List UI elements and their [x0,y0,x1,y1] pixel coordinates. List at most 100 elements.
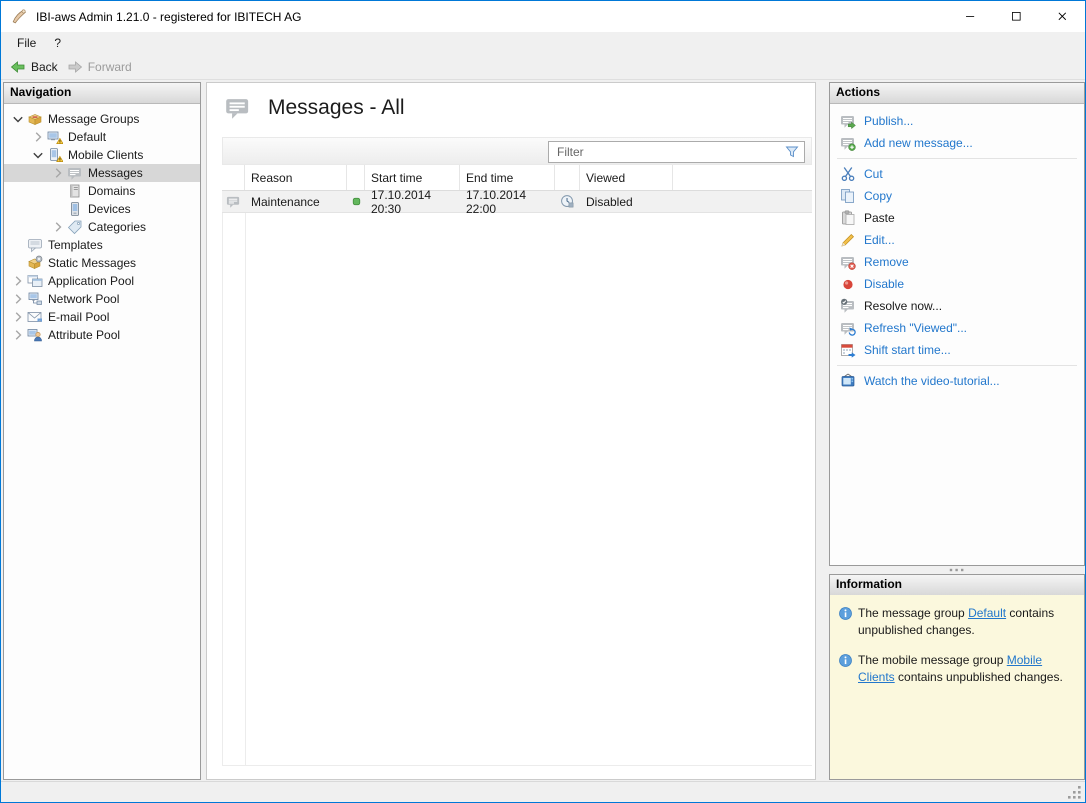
shift-time-icon [840,342,856,358]
action-add-new-message[interactable]: Add new message... [830,132,1084,154]
action-resolve-now: Resolve now... [830,295,1084,317]
chevron-right-icon[interactable] [10,291,26,307]
tree-item-categories[interactable]: Categories [4,218,200,236]
static-messages-icon [27,255,43,271]
chevron-down-icon[interactable] [30,147,46,163]
video-tutorial-icon [840,373,856,389]
back-button[interactable]: Back [10,59,58,75]
tree-item-label: Default [68,130,106,144]
tree-item-default[interactable]: Default [4,128,200,146]
window-title: IBI-aws Admin 1.21.0 - registered for IB… [36,10,301,24]
chevron-right-icon[interactable] [10,273,26,289]
info-link-default[interactable]: Default [968,606,1006,620]
tree-item-e-mail-pool[interactable]: E-mail Pool [4,308,200,326]
info-text-part: The message group [858,606,968,620]
default-group-icon [47,129,63,145]
messages-title-icon [223,94,253,121]
column-viewed-icon[interactable] [555,165,580,190]
column-end-time[interactable]: End time [460,165,555,190]
chevron-spacer [10,237,26,253]
chevron-right-icon[interactable] [50,219,66,235]
mobile-clients-icon [47,147,63,163]
tree-item-label: Domains [88,184,135,198]
action-remove[interactable]: Remove [830,251,1084,273]
actions-panel: Actions Publish...Add new message...CutC… [829,82,1085,566]
filter-input[interactable] [549,145,784,159]
tree-item-domains[interactable]: Domains [4,182,200,200]
minimize-button[interactable] [947,1,993,32]
action-watch-the-video-tutorial[interactable]: Watch the video-tutorial... [830,370,1084,392]
close-button[interactable] [1039,1,1085,32]
column-start-time[interactable]: Start time [365,165,460,190]
maximize-button[interactable] [993,1,1039,32]
information-body: The message group Default contains unpub… [830,595,1084,779]
column-viewed[interactable]: Viewed [580,165,673,190]
column-filler [673,165,812,190]
chevron-right-icon[interactable] [10,309,26,325]
chevron-spacer [10,255,26,271]
tree-item-messages[interactable]: Messages [4,164,200,182]
tree-item-devices[interactable]: Devices [4,200,200,218]
messages-icon [226,194,241,209]
column-reason[interactable]: Reason [245,165,347,190]
filter-toolbar [222,137,812,165]
action-edit[interactable]: Edit... [830,229,1084,251]
cell-viewed: Disabled [580,191,673,212]
tree-item-static-messages[interactable]: Static Messages [4,254,200,272]
panel-splitter[interactable] [829,566,1085,574]
filter-funnel-icon[interactable] [784,144,800,160]
chevron-right-icon[interactable] [50,165,66,181]
tree-item-attribute-pool[interactable]: Attribute Pool [4,326,200,344]
action-label: Resolve now... [864,299,942,313]
main-panel: Messages - All Reason Start time End tim… [206,82,816,780]
splitter-dots-icon [942,568,972,572]
menu-file[interactable]: File [1,36,45,50]
column-row-icon[interactable] [222,165,245,190]
column-status[interactable] [347,165,365,190]
tree-item-templates[interactable]: Templates [4,236,200,254]
chevron-right-icon[interactable] [30,129,46,145]
forward-icon [67,59,83,75]
information-panel: Information The message group Default co… [829,574,1085,780]
chevron-down-icon[interactable] [10,111,26,127]
action-label: Publish... [864,114,913,128]
cell-start-time: 17.10.2014 20:30 [365,191,460,212]
application-pool-icon [27,273,43,289]
cell-reason: Maintenance [245,191,347,212]
action-cut[interactable]: Cut [830,163,1084,185]
add-message-icon [840,135,856,151]
action-refresh-viewed[interactable]: Refresh "Viewed"... [830,317,1084,339]
tree-item-label: Application Pool [48,274,134,288]
tree-item-mobile-clients[interactable]: Mobile Clients [4,146,200,164]
menu-help[interactable]: ? [45,36,70,50]
resize-grip-icon[interactable] [1068,786,1081,799]
remove-icon [840,254,856,270]
navigation-header: Navigation [4,83,200,104]
information-header: Information [830,575,1084,596]
info-text-part: The mobile message group [858,653,1007,667]
tree-item-message-groups[interactable]: Message Groups [4,110,200,128]
cell-viewed-icon [555,191,580,212]
action-copy[interactable]: Copy [830,185,1084,207]
back-icon [10,59,26,75]
tree-item-application-pool[interactable]: Application Pool [4,272,200,290]
action-label: Watch the video-tutorial... [864,374,1000,388]
cell-status [347,191,365,212]
info-icon [838,653,853,668]
app-icon [10,8,27,25]
disable-icon [840,276,856,292]
attribute-pool-icon [27,327,43,343]
toolbar: Back Forward [1,54,1085,80]
maximize-icon [1010,10,1023,23]
publish-icon [840,113,856,129]
action-label: Add new message... [864,136,973,150]
navigation-panel: Navigation Message Groups Default Mobile C… [3,82,201,780]
action-shift-start-time[interactable]: Shift start time... [830,339,1084,361]
table-row[interactable]: Maintenance17.10.2014 20:3017.10.2014 22… [222,191,812,213]
actions-separator [837,365,1077,366]
tree-item-network-pool[interactable]: Network Pool [4,290,200,308]
action-disable[interactable]: Disable [830,273,1084,295]
chevron-right-icon[interactable] [10,327,26,343]
action-publish[interactable]: Publish... [830,110,1084,132]
forward-button-label: Forward [88,60,132,74]
